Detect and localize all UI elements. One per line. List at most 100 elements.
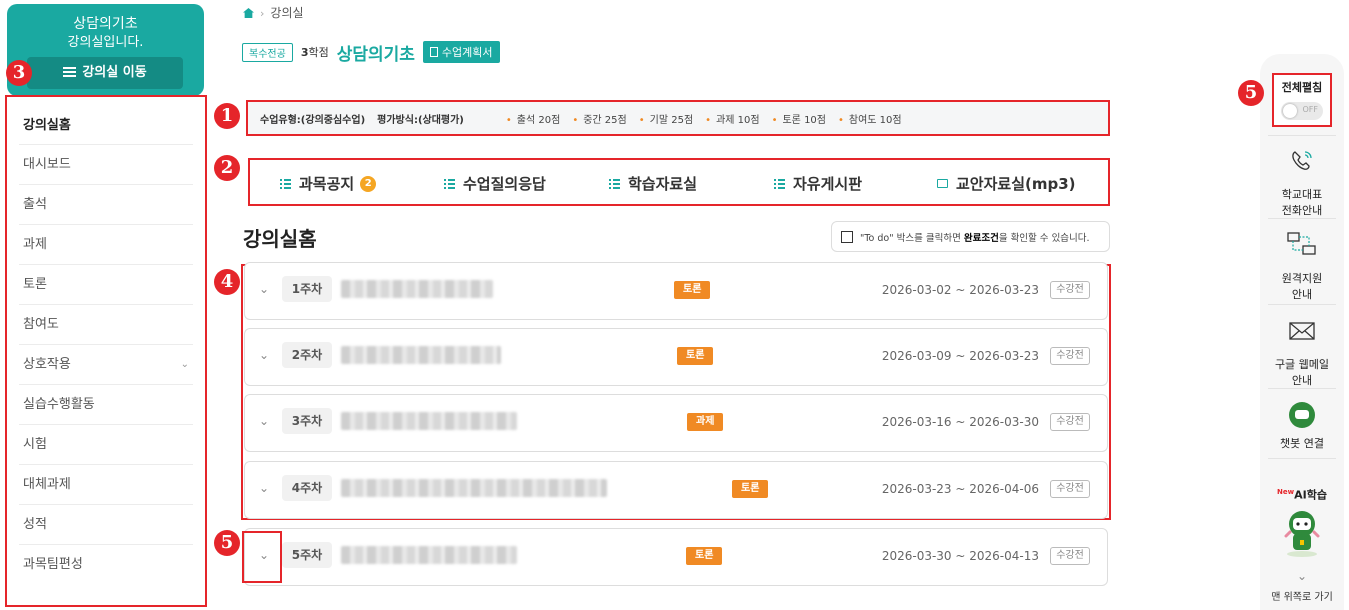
tab-label: 수업질의응답 [463,175,546,193]
week-label: 2주차 [282,342,332,368]
ai-learning-item[interactable]: NewAI학습 [1262,484,1342,563]
sidebar-item-assignment[interactable]: 과제 [19,225,193,265]
tab-label: 자유게시판 [793,175,863,193]
ai-learning-label: NewAI학습 [1262,484,1342,504]
school-phone-item[interactable]: 학교대표 전화안내 [1262,146,1342,219]
sidebar-item-attendance[interactable]: 출석 [19,185,193,225]
sidebar-item-dashboard[interactable]: 대시보드 [19,145,193,185]
remote-icon [1287,232,1316,255]
list-icon [609,178,620,189]
sidebar-item-interaction[interactable]: 상호작용 ⌄ [19,345,193,385]
ai-robot-icon [1284,510,1320,557]
marker-3: 3 [6,60,32,86]
week-dates: 2026-03-23 ~ 2026-04-06 [881,482,1039,496]
folder-icon [937,179,948,188]
tab-materials[interactable]: 학습자료실 [609,173,697,194]
todo-hint: "To do" 박스를 클릭하면 완료조건을 확인할 수 있습니다. [831,221,1110,252]
marker-5-left: 5 [214,530,240,556]
google-mail-line1: 구글 웹메일 [1274,358,1330,371]
google-mail-line2: 안내 [1291,374,1313,387]
remote-support-line2: 안내 [1291,288,1313,301]
sidebar-item-practice[interactable]: 실습수행활동 [19,385,193,425]
list-icon [444,178,455,189]
new-badge: New [1277,488,1295,496]
sidebar-item-team[interactable]: 과목팀편성 [19,545,193,585]
blurred-title [341,280,493,298]
marker-1: 1 [214,103,240,129]
class-type: 수업유형:(강의중심수업) [260,114,366,126]
marker-2: 2 [214,155,240,181]
status-badge: 수강전 [1050,347,1090,365]
menu-icon [63,67,77,77]
sidebar-item-participation[interactable]: 참여도 [19,305,193,345]
syllabus-label: 수업계획서 [441,46,493,59]
evaluation-bar: 수업유형:(강의중심수업) 평가방식:(상대평가) 출석 20점 중간 25점 … [246,100,1110,136]
expand-all-label: 전체펼침 [1281,81,1323,94]
score-participation: 참여도 10점 [838,111,902,126]
status-badge: 수강전 [1050,413,1090,431]
sidebar-item-exam[interactable]: 시험 [19,425,193,465]
chevron-down-icon[interactable]: ⌄ [259,481,269,495]
phone-icon [1292,151,1312,170]
course-header-box: 상담의기초 강의실입니다. 강의실 이동 [7,4,204,96]
week-row[interactable]: ⌄ 5주차 토론 2026-03-30 ~ 2026-04-13 수강전 [244,528,1108,586]
tab-lecture-notes[interactable]: 교안자료실(mp3) [937,173,1076,194]
activity-tag: 과제 [687,413,724,431]
score-midterm: 중간 25점 [572,111,627,126]
sidebar-item-discussion[interactable]: 토론 [19,265,193,305]
google-mail-item[interactable]: 구글 웹메일 안내 [1262,316,1342,389]
todo-checkbox[interactable] [841,230,853,243]
week-row[interactable]: ⌄ 4주차 토론 2026-03-23 ~ 2026-04-06 수강전 [244,461,1108,519]
sidebar-item-label: 상호작용 [23,357,71,372]
expand-chevron-highlight [242,531,282,583]
tab-qna[interactable]: 수업질의응답 [444,173,546,194]
chevron-down-icon[interactable]: ⌄ [1262,568,1342,584]
sidebar-item-home[interactable]: 강의실홈 [19,97,193,145]
major-tag: 복수전공 [242,42,293,62]
tab-free-board[interactable]: 자유게시판 [774,173,862,194]
list-icon [774,178,785,189]
activity-tag: 토론 [677,347,714,365]
chatbot-label: 챗봇 연결 [1280,437,1324,450]
course-name: 상담의기초 [73,16,138,32]
syllabus-button[interactable]: 수업계획서 [422,41,500,63]
week-dates: 2026-03-16 ~ 2026-03-30 [881,415,1039,429]
chevron-down-icon[interactable]: ⌄ [259,282,269,296]
expand-all-switch[interactable]: OFF [1281,102,1323,120]
course-subtitle: 강의실입니다. [67,35,144,50]
classroom-move-button[interactable]: 강의실 이동 [27,57,183,89]
week-row[interactable]: ⌄ 3주차 과제 2026-03-16 ~ 2026-03-30 수강전 [244,394,1108,452]
todo-text-bold: 완료조건 [963,232,999,244]
tab-label: 교안자료실(mp3) [956,175,1076,193]
sidebar-item-grades[interactable]: 성적 [19,505,193,545]
go-top-text[interactable]: 맨 위쪽로 가기 [1262,588,1342,603]
chevron-down-icon[interactable]: ⌄ [259,348,269,362]
breadcrumb-separator: › [260,7,265,20]
tab-notice[interactable]: 과목공지 2 [280,173,377,194]
sidebar-item-alt-assignment[interactable]: 대체과제 [19,465,193,505]
week-row[interactable]: ⌄ 2주차 토론 2026-03-09 ~ 2026-03-23 수강전 [244,328,1108,386]
activity-tag: 토론 [674,281,711,299]
breadcrumb-current: 강의실 [270,6,304,20]
chevron-down-icon[interactable]: ⌄ [259,414,269,428]
tab-label: 학습자료실 [628,175,698,193]
chatbot-icon [1289,402,1315,428]
remote-support-item[interactable]: 원격지원 안내 [1262,230,1342,303]
week-dates: 2026-03-02 ~ 2026-03-23 [881,283,1039,297]
section-title: 강의실홈 [243,227,317,251]
school-phone-line1: 학교대표 [1281,188,1323,201]
todo-text-pre: "To do" 박스를 클릭하면 [860,232,964,244]
week-dates: 2026-03-09 ~ 2026-03-23 [881,349,1039,363]
home-icon[interactable] [243,8,254,18]
breadcrumb: › 강의실 [243,4,304,21]
chatbot-item[interactable]: 챗봇 연결 [1262,400,1342,452]
activity-tag: 토론 [732,480,769,498]
week-row[interactable]: ⌄ 1주차 토론 2026-03-02 ~ 2026-03-23 수강전 [244,262,1108,320]
score-final: 기말 25점 [639,111,694,126]
mail-icon [1289,322,1315,340]
week-dates: 2026-03-30 ~ 2026-04-13 [881,549,1039,563]
notice-count-badge: 2 [360,175,377,192]
switch-knob [1283,104,1297,118]
school-phone-line2: 전화안내 [1281,204,1323,217]
week-label: 3주차 [282,408,332,434]
